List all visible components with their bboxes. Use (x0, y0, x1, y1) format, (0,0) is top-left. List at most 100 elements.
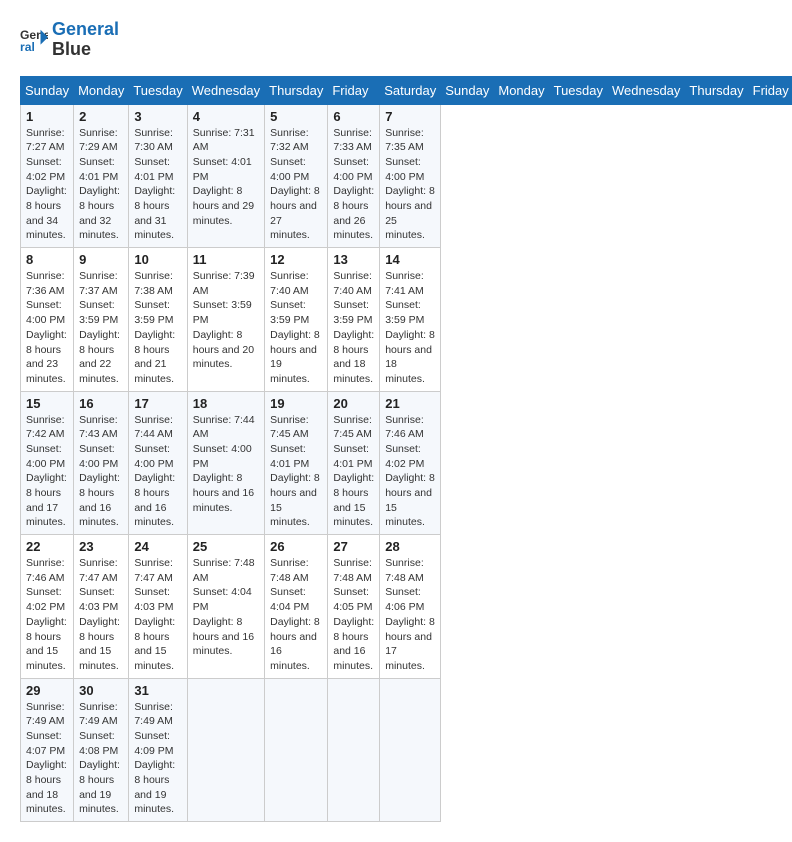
calendar-cell: 20 Sunrise: 7:45 AMSunset: 4:01 PMDayligh… (328, 391, 380, 535)
day-info: Sunrise: 7:27 AMSunset: 4:02 PMDaylight:… (26, 126, 68, 244)
day-number: 15 (26, 396, 68, 411)
day-info: Sunrise: 7:49 AMSunset: 4:09 PMDaylight:… (134, 700, 181, 818)
day-info: Sunrise: 7:47 AMSunset: 4:03 PMDaylight:… (79, 556, 123, 674)
day-info: Sunrise: 7:48 AMSunset: 4:06 PMDaylight:… (385, 556, 435, 674)
calendar-cell: 4 Sunrise: 7:31 AMSunset: 4:01 PMDaylight… (187, 104, 264, 248)
svg-text:ral: ral (20, 40, 35, 54)
day-number: 13 (333, 252, 374, 267)
calendar-cell: 11 Sunrise: 7:39 AMSunset: 3:59 PMDayligh… (187, 248, 264, 392)
header-sunday: Sunday (21, 76, 74, 104)
calendar-week-5: 29 Sunrise: 7:49 AMSunset: 4:07 PMDayligh… (21, 678, 792, 822)
day-info: Sunrise: 7:35 AMSunset: 4:00 PMDaylight:… (385, 126, 435, 244)
day-number: 25 (193, 539, 259, 554)
logo-icon: Gene ral (20, 26, 48, 54)
day-info: Sunrise: 7:41 AMSunset: 3:59 PMDaylight:… (385, 269, 435, 387)
day-number: 7 (385, 109, 435, 124)
logo-name: GeneralBlue (52, 20, 119, 60)
header-saturday: Saturday (380, 76, 441, 104)
day-info: Sunrise: 7:29 AMSunset: 4:01 PMDaylight:… (79, 126, 123, 244)
header-friday: Friday (328, 76, 380, 104)
day-number: 24 (134, 539, 181, 554)
day-number: 26 (270, 539, 322, 554)
day-number: 6 (333, 109, 374, 124)
day-info: Sunrise: 7:37 AMSunset: 3:59 PMDaylight:… (79, 269, 123, 387)
day-number: 12 (270, 252, 322, 267)
calendar-cell: 25 Sunrise: 7:48 AMSunset: 4:04 PMDayligh… (187, 535, 264, 679)
day-info: Sunrise: 7:44 AMSunset: 4:00 PMDaylight:… (193, 413, 259, 516)
day-number: 3 (134, 109, 181, 124)
calendar-cell: 7 Sunrise: 7:35 AMSunset: 4:00 PMDaylight… (380, 104, 441, 248)
day-number: 16 (79, 396, 123, 411)
day-number: 18 (193, 396, 259, 411)
col-header-sunday: Sunday (441, 76, 494, 104)
calendar-week-3: 15 Sunrise: 7:42 AMSunset: 4:00 PMDayligh… (21, 391, 792, 535)
calendar-cell: 12 Sunrise: 7:40 AMSunset: 3:59 PMDayligh… (265, 248, 328, 392)
calendar-cell: 19 Sunrise: 7:45 AMSunset: 4:01 PMDayligh… (265, 391, 328, 535)
day-number: 19 (270, 396, 322, 411)
calendar-cell: 27Sunrise: 7:48 AMSunset: 4:05 PMDayligh… (328, 535, 380, 679)
day-number: 21 (385, 396, 435, 411)
day-number: 31 (134, 683, 181, 698)
header-thursday: Thursday (265, 76, 328, 104)
calendar-cell: 28 Sunrise: 7:48 AMSunset: 4:06 PMDayligh… (380, 535, 441, 679)
day-number: 8 (26, 252, 68, 267)
calendar-cell: 8Sunrise: 7:36 AMSunset: 4:00 PMDaylight… (21, 248, 74, 392)
page-header: Gene ral GeneralBlue (20, 20, 772, 60)
day-info: Sunrise: 7:40 AMSunset: 3:59 PMDaylight:… (333, 269, 374, 387)
day-info: Sunrise: 7:45 AMSunset: 4:01 PMDaylight:… (333, 413, 374, 531)
calendar-week-4: 22Sunrise: 7:46 AMSunset: 4:02 PMDayligh… (21, 535, 792, 679)
day-info: Sunrise: 7:43 AMSunset: 4:00 PMDaylight:… (79, 413, 123, 531)
calendar-cell: 10Sunrise: 7:38 AMSunset: 3:59 PMDayligh… (129, 248, 187, 392)
calendar-cell: 21Sunrise: 7:46 AMSunset: 4:02 PMDayligh… (380, 391, 441, 535)
calendar-cell: 1 Sunrise: 7:27 AMSunset: 4:02 PMDaylight… (21, 104, 74, 248)
col-header-monday: Monday (494, 76, 549, 104)
calendar-week-2: 8Sunrise: 7:36 AMSunset: 4:00 PMDaylight… (21, 248, 792, 392)
day-info: Sunrise: 7:47 AMSunset: 4:03 PMDaylight:… (134, 556, 181, 674)
calendar-cell (328, 678, 380, 822)
day-info: Sunrise: 7:42 AMSunset: 4:00 PMDaylight:… (26, 413, 68, 531)
calendar-cell: 2Sunrise: 7:29 AMSunset: 4:01 PMDaylight… (74, 104, 129, 248)
calendar-cell: 6 Sunrise: 7:33 AMSunset: 4:00 PMDaylight… (328, 104, 380, 248)
day-number: 29 (26, 683, 68, 698)
day-info: Sunrise: 7:49 AMSunset: 4:08 PMDaylight:… (79, 700, 123, 818)
calendar-cell: 24 Sunrise: 7:47 AMSunset: 4:03 PMDayligh… (129, 535, 187, 679)
day-number: 14 (385, 252, 435, 267)
day-info: Sunrise: 7:38 AMSunset: 3:59 PMDaylight:… (134, 269, 181, 387)
day-info: Sunrise: 7:31 AMSunset: 4:01 PMDaylight:… (193, 126, 259, 229)
header-tuesday: Tuesday (129, 76, 187, 104)
day-info: Sunrise: 7:48 AMSunset: 4:04 PMDaylight:… (270, 556, 322, 674)
col-header-tuesday: Tuesday (549, 76, 607, 104)
day-info: Sunrise: 7:33 AMSunset: 4:00 PMDaylight:… (333, 126, 374, 244)
day-info: Sunrise: 7:39 AMSunset: 3:59 PMDaylight:… (193, 269, 259, 372)
calendar-cell: 13 Sunrise: 7:40 AMSunset: 3:59 PMDayligh… (328, 248, 380, 392)
day-number: 17 (134, 396, 181, 411)
col-header-wednesday: Wednesday (608, 76, 685, 104)
header-monday: Monday (74, 76, 129, 104)
day-number: 1 (26, 109, 68, 124)
day-number: 22 (26, 539, 68, 554)
logo: Gene ral GeneralBlue (20, 20, 119, 60)
calendar-cell: 29 Sunrise: 7:49 AMSunset: 4:07 PMDayligh… (21, 678, 74, 822)
day-number: 20 (333, 396, 374, 411)
day-info: Sunrise: 7:49 AMSunset: 4:07 PMDaylight:… (26, 700, 68, 818)
calendar-cell: 22Sunrise: 7:46 AMSunset: 4:02 PMDayligh… (21, 535, 74, 679)
day-number: 11 (193, 252, 259, 267)
day-info: Sunrise: 7:40 AMSunset: 3:59 PMDaylight:… (270, 269, 322, 387)
day-number: 9 (79, 252, 123, 267)
day-number: 23 (79, 539, 123, 554)
day-number: 5 (270, 109, 322, 124)
day-info: Sunrise: 7:45 AMSunset: 4:01 PMDaylight:… (270, 413, 322, 531)
calendar-cell: 15 Sunrise: 7:42 AMSunset: 4:00 PMDayligh… (21, 391, 74, 535)
day-info: Sunrise: 7:48 AMSunset: 4:04 PMDaylight:… (193, 556, 259, 659)
calendar-cell (380, 678, 441, 822)
calendar-cell: 23 Sunrise: 7:47 AMSunset: 4:03 PMDayligh… (74, 535, 129, 679)
calendar-cell: 30Sunrise: 7:49 AMSunset: 4:08 PMDayligh… (74, 678, 129, 822)
calendar-cell: 17Sunrise: 7:44 AMSunset: 4:00 PMDayligh… (129, 391, 187, 535)
calendar-cell (265, 678, 328, 822)
day-number: 27 (333, 539, 374, 554)
day-number: 4 (193, 109, 259, 124)
day-info: Sunrise: 7:32 AMSunset: 4:00 PMDaylight:… (270, 126, 322, 244)
day-number: 28 (385, 539, 435, 554)
calendar-header-row: SundayMondayTuesdayWednesdayThursdayFrid… (21, 76, 792, 104)
calendar-cell: 5 Sunrise: 7:32 AMSunset: 4:00 PMDaylight… (265, 104, 328, 248)
